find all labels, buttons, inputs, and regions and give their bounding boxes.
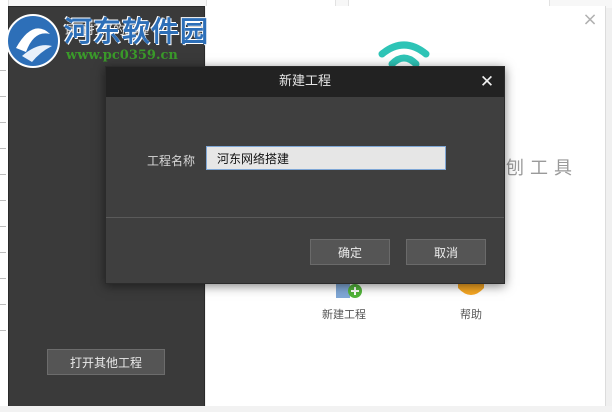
bottom-bar: [0, 406, 612, 412]
welcome-area-border: [605, 6, 606, 408]
left-edge-tick: [0, 278, 6, 279]
left-edge-tick: [0, 174, 6, 175]
left-edge-tick: [0, 96, 6, 97]
watermark-site-name: 河东软件园: [64, 15, 210, 48]
project-name-label: 工程名称: [147, 154, 196, 168]
left-edge-tick: [0, 252, 6, 253]
new-project-label[interactable]: 新建工程: [322, 306, 366, 322]
ok-button[interactable]: 确定: [310, 239, 390, 265]
watermark-url: www.pc0359.cn: [66, 48, 178, 63]
left-edge-tick: [0, 122, 6, 123]
watermark-logo-icon: [6, 14, 60, 68]
help-icon[interactable]: [458, 284, 484, 298]
left-edge-tick: [0, 226, 6, 227]
open-other-project-button[interactable]: 打开其他工程: [47, 349, 165, 375]
new-project-icon[interactable]: [336, 284, 362, 298]
main-window-close-button[interactable]: ×: [580, 10, 600, 30]
left-edge-tick: [0, 304, 6, 305]
dialog-divider: [106, 217, 504, 218]
dialog-title: 新建工程: [278, 74, 331, 89]
left-edge-tick: [0, 200, 6, 201]
left-edge-tick: [0, 70, 6, 71]
app-title-partial: 刨工具: [506, 158, 578, 179]
left-edge-tick: [0, 148, 6, 149]
left-edge-tick: [0, 330, 6, 331]
dialog-close-icon[interactable]: ✕: [476, 71, 498, 93]
project-name-input[interactable]: [206, 146, 446, 170]
cancel-button[interactable]: 取消: [406, 239, 486, 265]
new-project-dialog: 新建工程 ✕ 工程名称 确定 取消: [105, 66, 505, 284]
help-label[interactable]: 帮助: [460, 306, 482, 322]
